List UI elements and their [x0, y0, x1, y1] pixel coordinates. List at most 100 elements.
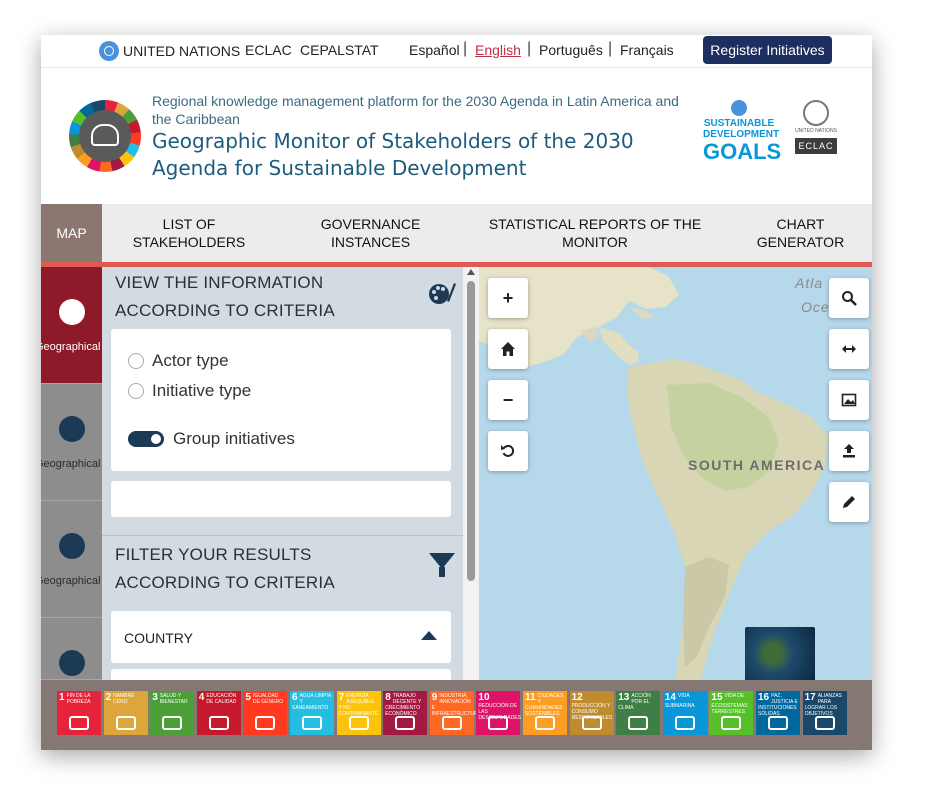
lang-english[interactable]: English: [475, 42, 521, 58]
eclac-link[interactable]: ECLAC: [245, 42, 292, 58]
sdg-goal-number: 2: [105, 692, 112, 703]
sdg-goal-icon: [721, 716, 742, 730]
sdg-goal-number: 17: [804, 692, 816, 703]
sidebar-item-geo-layers-2[interactable]: Geographical layers: [41, 384, 108, 501]
filter-icon[interactable]: [429, 553, 455, 577]
eclac-logo[interactable]: UNITED NATIONS ECLAC: [793, 100, 839, 154]
refresh-icon: [501, 444, 515, 457]
lang-spanish[interactable]: Español: [409, 42, 460, 58]
sdg-goal-7[interactable]: 7 ENERGÍA ASEQUIBLE Y NO CONTAMINANTE: [336, 691, 381, 735]
empty-criteria-card: [111, 481, 451, 517]
initiative-type-radio[interactable]: Initiative type: [128, 381, 251, 401]
reset-view-button[interactable]: [488, 431, 528, 471]
edit-button[interactable]: [829, 482, 869, 522]
sidebar-item-geo-layers-3[interactable]: Geographical layers: [41, 501, 108, 618]
sdg-goal-text: ENERGÍA ASEQUIBLE Y NO CONTAMINANTE: [338, 693, 379, 717]
basemap-thumbnail[interactable]: [745, 627, 815, 680]
tab-chart-generator[interactable]: CHART GENERATOR: [748, 204, 853, 262]
south-america-label: SOUTH AMERICA: [688, 457, 826, 473]
sidebar-item-label: Geographical layers: [41, 341, 108, 353]
sdg-goal-icon: [628, 716, 649, 730]
map-basemap[interactable]: [479, 267, 872, 680]
panel-scrollbar[interactable]: [463, 267, 479, 680]
scroll-up-arrow-icon[interactable]: [467, 269, 475, 275]
lang-portuguese[interactable]: Português: [539, 42, 603, 58]
handshake-icon: [79, 110, 131, 162]
pencil-icon: [843, 496, 855, 508]
register-initiatives-button[interactable]: Register Initiatives: [703, 36, 832, 64]
upload-button[interactable]: [829, 431, 869, 471]
chart-icon: [58, 650, 85, 676]
tab-map[interactable]: MAP: [41, 204, 102, 262]
stakeholders-logo[interactable]: [69, 100, 141, 172]
layer-sidebar: Geographical layers Geographical layers …: [41, 267, 108, 680]
sdg-goal-number: 12: [571, 692, 583, 703]
sdg-goals-strip: 1 FIN DE LA POBREZA 2 HAMBRE CERO 3 SALUD Y B…: [41, 680, 872, 750]
sdg-goal-8[interactable]: 8 TRABAJO DECENTE Y CRECIMIENTO ECONÓMICO: [383, 691, 428, 735]
sdg-goal-4[interactable]: 4 EDUCACIÓN DE CALIDAD: [196, 691, 241, 735]
swap-button[interactable]: [829, 329, 869, 369]
un-label: UNITED NATIONS: [123, 43, 241, 59]
sdg-goal-5[interactable]: 5 IGUALDAD DE GÉNERO: [243, 691, 288, 735]
sdg-goal-11[interactable]: 11 CIUDADES Y COMUNIDADES SOSTENIBLES: [523, 691, 567, 735]
country-filter[interactable]: COUNTRY: [111, 611, 451, 663]
sdg-goal-1[interactable]: 1 FIN DE LA POBREZA: [57, 691, 101, 735]
sdg-goal-icon: [302, 716, 322, 730]
image-button[interactable]: [829, 380, 869, 420]
image-icon: [841, 393, 857, 407]
lang-french[interactable]: Français: [620, 42, 674, 58]
palette-icon[interactable]: [428, 281, 456, 305]
sdg-goal-icon: [115, 716, 136, 730]
sidebar-item-geo-layers-1[interactable]: Geographical layers: [41, 267, 108, 384]
sdg-logo[interactable]: SUSTAINABLE DEVELOPMENT GOALS: [703, 100, 781, 164]
search-button[interactable]: [829, 278, 869, 318]
sdg-goal-number: 6: [292, 692, 298, 703]
home-button[interactable]: [488, 329, 528, 369]
sidebar-item-label: Geographical layers: [41, 458, 108, 470]
top-bar: UNITED NATIONS ECLAC CEPALSTAT Español |…: [41, 35, 872, 65]
view-criteria-heading: VIEW THE INFORMATION ACCORDING TO CRITER…: [115, 269, 335, 325]
sdg-goal-text: FIN DE LA POBREZA: [66, 693, 91, 705]
sdg-goal-13[interactable]: 13 ACCIÓN POR EL CLIMA: [616, 691, 661, 735]
sdg-goal-16[interactable]: 16 PAZ, JUSTICIA E INSTITUCIONES SÓLIDAS: [756, 691, 800, 735]
radio-circle[interactable]: [128, 383, 144, 399]
home-icon: [501, 342, 515, 356]
sdg-goal-6[interactable]: 6 AGUA LIMPIA Y SANEAMIENTO: [290, 691, 334, 735]
group-initiatives-toggle[interactable]: Group initiatives: [128, 429, 295, 449]
cepalstat-link[interactable]: CEPALSTAT: [300, 42, 379, 58]
sdg-goal-10[interactable]: 10 REDUCCIÓN DE LAS DESIGUALDADES: [476, 691, 521, 735]
sdg-goal-14[interactable]: 14 VIDA SUBMARINA: [662, 691, 707, 735]
radio-circle[interactable]: [128, 353, 144, 369]
map-view[interactable]: Atla Oce SOUTH AMERICA + −: [479, 267, 872, 680]
view-criteria-heading-line1: VIEW THE INFORMATION: [115, 273, 324, 292]
sdg-goal-number: 14: [664, 692, 676, 703]
sdg-goal-number: 1: [59, 692, 65, 703]
actor-type-radio[interactable]: Actor type: [128, 351, 229, 371]
tab-list-of-stakeholders[interactable]: LIST OF STAKEHOLDERS: [125, 204, 253, 262]
tab-governance-instances[interactable]: GOVERNANCE INSTANCES: [303, 204, 438, 262]
sdg-goal-2[interactable]: 2 HAMBRE CERO: [103, 691, 148, 735]
sdg-goal-17[interactable]: 17 ALIANZAS PARA LOGRAR LOS OBJETIVOS: [802, 691, 847, 735]
scrollbar-thumb[interactable]: [467, 281, 475, 581]
next-filter-card[interactable]: [111, 669, 451, 680]
search-icon: [842, 291, 857, 306]
sdg-goal-3[interactable]: 3 SALUD Y BIENESTAR: [150, 691, 195, 735]
chevron-up-icon[interactable]: [421, 631, 437, 640]
un-emblem-icon: [731, 100, 747, 116]
un-emblem-icon: [803, 100, 829, 126]
sdg-goal-number: 16: [758, 692, 770, 703]
un-link[interactable]: UNITED NATIONS: [99, 41, 240, 61]
sdg-goal-12[interactable]: 12 PRODUCCIÓN Y CONSUMO RESPONSABLES: [569, 691, 614, 735]
sdg-goal-number: 15: [711, 692, 723, 703]
sdg-goal-9[interactable]: 9 INDUSTRIA, INNOVACIÓN E INFRAESTRUCTURA: [429, 691, 481, 735]
zoom-in-button[interactable]: +: [488, 278, 528, 318]
page-title: Geographic Monitor of Stakeholders of th…: [152, 129, 634, 180]
toggle-switch[interactable]: [128, 431, 164, 447]
sidebar-item-charts[interactable]: [41, 618, 102, 680]
sdg-goal-icon: [395, 716, 416, 730]
tab-statistical-reports[interactable]: STATISTICAL REPORTS OF THE MONITOR: [485, 204, 705, 262]
sdg-goal-icon: [674, 716, 695, 730]
actor-type-label: Actor type: [152, 351, 229, 370]
zoom-out-button[interactable]: −: [488, 380, 528, 420]
sdg-goal-15[interactable]: 15 VIDA DE ECOSISTEMAS TERRESTRES: [709, 691, 754, 735]
